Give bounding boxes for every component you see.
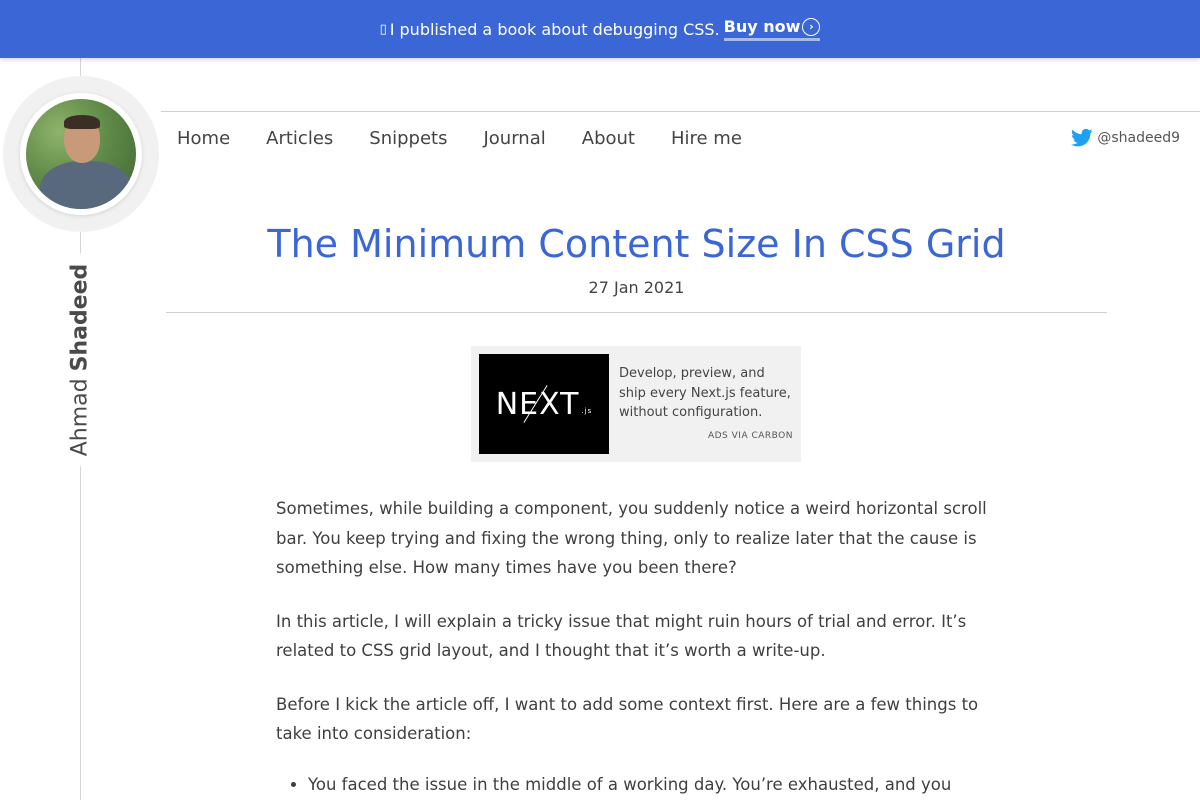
main-nav: Home Articles Snippets Journal About Hir… [177, 128, 742, 149]
article-date: 27 Jan 2021 [588, 278, 685, 297]
vertical-author-name[interactable]: Ahmad Shadeed [67, 253, 93, 467]
article-paragraph: Before I kick the article off, I want to… [276, 694, 979, 744]
ad-logo-suffix: .js [581, 407, 593, 415]
announcement-banner: ▯ I published a book about debugging CSS… [0, 0, 1200, 58]
article-paragraph: Sometimes, while building a component, y… [276, 499, 987, 577]
banner-text: I published a book about debugging CSS. [389, 19, 720, 39]
carbon-ad: NEXT .js Develop, preview, and ship every… [471, 346, 801, 462]
ad-logo-text: NEXT [495, 386, 580, 422]
nav-item-snippets[interactable]: Snippets [369, 128, 447, 149]
article-body: Sometimes, while building a component, y… [276, 494, 996, 799]
nav-item-home[interactable]: Home [177, 128, 230, 149]
twitter-handle: @shadeed9 [1097, 130, 1180, 146]
author-first-name: Ahmad [67, 378, 93, 457]
title-divider [166, 312, 1107, 313]
ads-via-carbon-link[interactable]: ADS VIA CARBON [619, 431, 793, 441]
nextjs-logo[interactable]: NEXT .js [479, 354, 609, 454]
avatar-frame[interactable] [3, 76, 159, 232]
nav-item-about[interactable]: About [582, 128, 635, 149]
twitter-link[interactable]: @shadeed9 [1071, 128, 1180, 148]
article-list: You faced the issue in the middle of a w… [308, 770, 996, 800]
buy-now-link[interactable]: Buy now › [723, 17, 821, 41]
twitter-bird-icon [1071, 128, 1093, 147]
arrow-right-circle-icon: › [802, 17, 821, 36]
avatar [26, 99, 136, 209]
buy-now-label: Buy now [723, 17, 801, 36]
nav-top-border [161, 111, 1200, 112]
nav-item-articles[interactable]: Articles [266, 128, 333, 149]
lightning-icon: ▯ [379, 21, 387, 37]
author-last-name: Shadeed [67, 263, 93, 372]
list-item: You faced the issue in the middle of a w… [308, 770, 996, 800]
nav-item-hire-me[interactable]: Hire me [671, 128, 742, 149]
ad-copy[interactable]: Develop, preview, and ship every Next.js… [619, 364, 793, 423]
article-title: The Minimum Content Size In CSS Grid [267, 222, 1006, 266]
article-paragraph: In this article, I will explain a tricky… [276, 611, 967, 661]
nav-item-journal[interactable]: Journal [483, 128, 545, 149]
